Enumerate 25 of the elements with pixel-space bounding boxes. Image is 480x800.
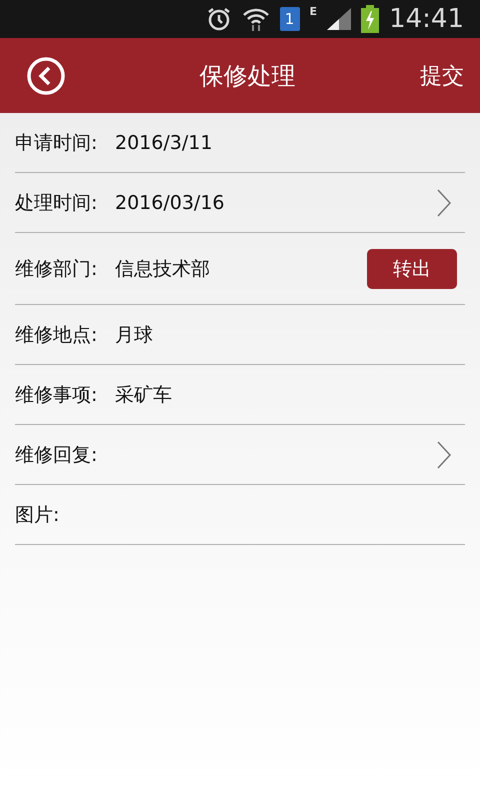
field-value: 2016/03/16 bbox=[115, 192, 225, 214]
network-type: E bbox=[310, 5, 318, 18]
back-button[interactable] bbox=[26, 56, 66, 96]
clock-time: 14:41 bbox=[389, 4, 464, 34]
submit-button[interactable]: 提交 bbox=[420, 60, 464, 90]
field-value: 月球 bbox=[115, 322, 153, 348]
field-value: 信息技术部 bbox=[115, 256, 210, 282]
field-value: 2016/3/11 bbox=[115, 132, 212, 154]
alarm-clock-icon bbox=[206, 6, 232, 32]
chevron-right-icon[interactable] bbox=[437, 188, 451, 216]
sim-badge: 1 bbox=[280, 7, 300, 31]
field-label: 申请时间: bbox=[15, 130, 98, 156]
field-label: 维修事项: bbox=[15, 382, 98, 408]
wifi-icon bbox=[242, 6, 270, 32]
field-value: 采矿车 bbox=[115, 382, 172, 408]
field-label: 维修地点: bbox=[15, 322, 98, 348]
field-label: 维修部门: bbox=[15, 256, 98, 282]
signal-icon bbox=[327, 8, 352, 30]
field-label: 维修回复: bbox=[15, 442, 98, 468]
field-label: 图片: bbox=[15, 502, 60, 528]
page-title: 保修处理 bbox=[200, 60, 296, 92]
chevron-right-icon[interactable] bbox=[437, 440, 451, 468]
field-label: 处理时间: bbox=[15, 190, 98, 216]
transfer-button[interactable]: 转出 bbox=[367, 248, 457, 288]
battery-icon bbox=[361, 5, 380, 33]
